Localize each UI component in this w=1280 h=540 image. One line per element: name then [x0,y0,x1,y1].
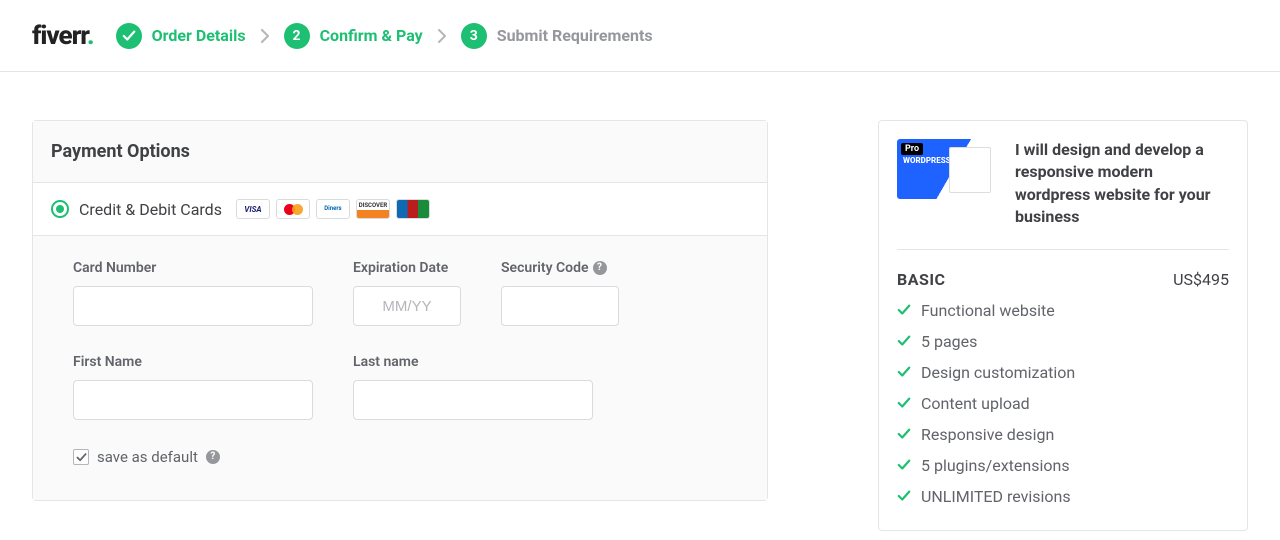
gig-title[interactable]: I will design and develop a responsive m… [1015,139,1229,229]
feature-text: 5 pages [921,332,977,351]
checkout-main: Payment Options Credit & Debit Cards VIS… [0,72,1280,531]
step-order-details[interactable]: Order Details [116,23,246,49]
check-icon [897,458,911,472]
first-name-label: First Name [73,354,313,370]
payment-options-panel: Payment Options Credit & Debit Cards VIS… [32,120,768,501]
card-number-label: Card Number [73,260,313,276]
payment-method-credit-card[interactable]: Credit & Debit Cards VISA Diners DISCOVE… [33,183,767,236]
radio-selected-icon[interactable] [51,200,69,218]
logo-text: fiverr [32,21,87,51]
fiverr-logo[interactable]: fiverr. [32,21,94,51]
checkout-steps: Order Details 2 Confirm & Pay 3 Submit R… [116,23,653,49]
feature-item: Functional website [897,301,1229,320]
help-icon[interactable]: ? [206,450,220,464]
checkbox-checked-icon[interactable] [73,449,89,465]
save-default-label: save as default [97,448,198,466]
check-icon [897,365,911,379]
summary-header: Pro WORDPRESS WEBSITES I will design and… [897,139,1229,250]
payment-method-label: Credit & Debit Cards [79,200,222,219]
security-code-input[interactable] [501,286,619,326]
feature-item: Responsive design [897,425,1229,444]
feature-item: UNLIMITED revisions [897,487,1229,506]
feature-item: 5 plugins/extensions [897,456,1229,475]
last-name-label: Last name [353,354,593,370]
step-label: Submit Requirements [497,26,653,45]
order-summary-panel: Pro WORDPRESS WEBSITES I will design and… [878,120,1248,531]
expiration-label: Expiration Date [353,260,461,276]
panel-heading: Payment Options [33,121,767,183]
check-icon [897,334,911,348]
step-submit-requirements: 3 Submit Requirements [461,23,653,49]
card-number-input[interactable] [73,286,313,326]
security-code-label-text: Security Code [501,260,589,276]
check-icon [116,23,142,49]
first-name-input[interactable] [73,380,313,420]
feature-list: Functional website 5 pages Design custom… [897,301,1229,512]
check-icon [897,396,911,410]
feature-text: Design customization [921,363,1075,382]
last-name-input[interactable] [353,380,593,420]
security-code-field: Security Code ? [501,260,619,326]
expiration-field: Expiration Date [353,260,461,326]
first-name-field: First Name [73,354,313,420]
gig-thumbnail[interactable]: Pro WORDPRESS WEBSITES [897,139,997,199]
last-name-field: Last name [353,354,593,420]
step-label: Order Details [152,26,246,45]
mastercard-icon [276,199,310,219]
diners-icon: Diners [316,199,350,219]
check-icon [897,427,911,441]
jcb-icon [396,199,430,219]
step-number-icon: 3 [461,23,487,49]
chevron-right-icon [437,29,447,43]
tier-price: US$495 [1173,270,1229,289]
feature-text: Responsive design [921,425,1054,444]
checkout-header: fiverr. Order Details 2 Confirm & Pay 3 … [0,0,1280,72]
card-number-field: Card Number [73,260,313,326]
step-number-icon: 2 [284,23,310,49]
card-brand-icons: VISA Diners DISCOVER [236,199,430,219]
feature-text: UNLIMITED revisions [921,487,1071,506]
check-icon [897,489,911,503]
feature-text: Content upload [921,394,1030,413]
card-form: Card Number Expiration Date Security Cod… [33,236,767,500]
discover-icon: DISCOVER [356,199,390,219]
feature-item: Content upload [897,394,1229,413]
security-code-label: Security Code ? [501,260,619,276]
thumb-text: WORDPRESS WEBSITES [903,157,991,166]
tier-row: BASIC US$495 [897,250,1229,301]
feature-text: 5 plugins/extensions [921,456,1070,475]
expiration-input[interactable] [353,286,461,326]
step-label: Confirm & Pay [320,26,423,45]
save-default-row[interactable]: save as default ? [73,448,727,466]
feature-item: Design customization [897,363,1229,382]
check-icon [897,303,911,317]
pro-badge: Pro [901,143,923,155]
tier-name: BASIC [897,270,945,289]
step-confirm-pay[interactable]: 2 Confirm & Pay [284,23,423,49]
chevron-right-icon [260,29,270,43]
feature-text: Functional website [921,301,1055,320]
logo-dot: . [87,21,94,51]
help-icon[interactable]: ? [593,261,607,275]
feature-item: 5 pages [897,332,1229,351]
visa-icon: VISA [236,199,270,219]
